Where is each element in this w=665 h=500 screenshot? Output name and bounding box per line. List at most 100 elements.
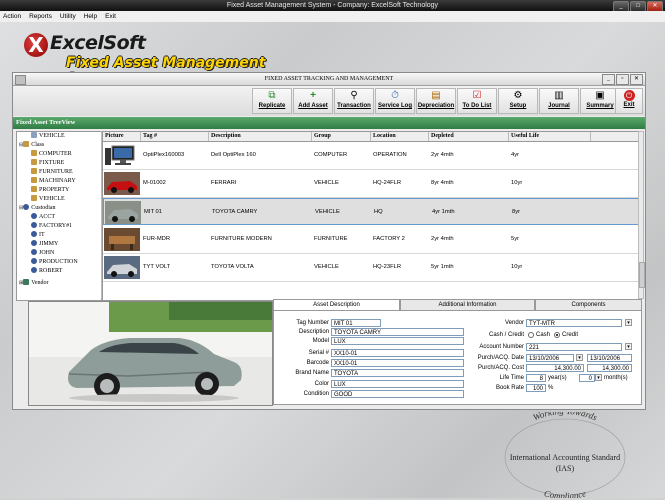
serial-field[interactable]: XX10-01	[331, 349, 464, 357]
folder-icon	[31, 186, 37, 192]
transaction-button[interactable]: ⚲ Transaction	[334, 88, 374, 114]
account-lookup-button[interactable]: ▾	[625, 343, 632, 350]
vendor-icon	[23, 279, 30, 285]
add-asset-button[interactable]: + Add Asset	[293, 88, 333, 114]
todo-list-icon: ☑	[472, 90, 482, 101]
model-field[interactable]: LUX	[331, 337, 464, 345]
col-tag[interactable]: Tag #	[141, 132, 209, 141]
window-minimize-button[interactable]: _	[602, 74, 615, 85]
vendor-lookup-button[interactable]: ▾	[625, 319, 632, 326]
condition-field[interactable]: GOOD	[331, 390, 464, 398]
folder-icon	[31, 150, 37, 156]
months-field[interactable]: 0	[579, 374, 595, 382]
book-rate-field[interactable]: 100	[526, 384, 546, 392]
purchase-date-field[interactable]: 13/10/2006	[526, 354, 574, 362]
replicate-button[interactable]: ⧉ Replicate	[252, 88, 292, 114]
months-spinner-button[interactable]: ▾	[595, 374, 602, 381]
person-icon	[31, 249, 37, 255]
tree-item[interactable]: JOHN	[31, 249, 54, 258]
color-field[interactable]: LUX	[331, 380, 464, 388]
setup-button[interactable]: ⚙ Setup	[498, 88, 538, 114]
tag-number-field[interactable]: MIT 01	[331, 319, 381, 327]
tab-additional-information[interactable]: Additional Information	[400, 299, 535, 310]
window-restore-button[interactable]: ▫	[616, 74, 629, 85]
col-useful-life[interactable]: Useful Life	[509, 132, 591, 141]
person-icon	[23, 204, 30, 210]
menu-utility[interactable]: Utility	[60, 11, 76, 22]
asset-treeview[interactable]: VEHICLE ⊟ Class COMPUTER FIXTURE FURNITUR…	[16, 131, 102, 301]
tree-item[interactable]: ⊟ Class	[19, 141, 44, 150]
depreciation-button[interactable]: ▤ Depreciation	[416, 88, 456, 114]
tree-item[interactable]: PRODUCTION	[31, 258, 78, 267]
years-field[interactable]: 8	[526, 374, 546, 382]
condition-label: Condition	[303, 391, 329, 397]
acq-cost-field[interactable]: 14,300.00	[587, 364, 632, 372]
cash-radio[interactable]	[528, 332, 534, 338]
tree-item[interactable]: MACHINARY	[31, 177, 76, 186]
table-row[interactable]: M-01002 FERRARI VEHICLE HQ-24FLR 8yr 4mt…	[103, 170, 641, 198]
tab-components[interactable]: Components	[535, 299, 642, 310]
person-icon	[31, 213, 37, 219]
barcode-field[interactable]: XX10-01	[331, 359, 464, 367]
tree-item[interactable]: IT	[31, 231, 45, 240]
tree-item[interactable]: VEHICLE	[31, 195, 65, 204]
purchase-cost-field[interactable]: 14,300.00	[526, 364, 584, 372]
tree-item[interactable]: COMPUTER	[31, 150, 72, 159]
asset-picture	[104, 172, 140, 195]
tree-item[interactable]: JIMMY	[31, 240, 58, 249]
serial-label: Serial #	[308, 350, 329, 356]
credit-radio[interactable]	[554, 332, 560, 338]
grid-scrollbar[interactable]	[638, 131, 645, 299]
summary-icon: ▣	[595, 90, 605, 101]
table-row-selected[interactable]: MIT 01 TOYOTA CAMRY VEHICLE HQ 4yr 1mth …	[103, 198, 641, 225]
vendor-field[interactable]: TYT-MTR	[526, 319, 622, 327]
vendor-label: Vendor	[504, 320, 524, 326]
tree-item[interactable]: ROBERT	[31, 267, 62, 276]
acq-date-field[interactable]: 13/10/2006	[587, 354, 632, 362]
col-depleted[interactable]: Depleted	[429, 132, 509, 141]
asset-grid[interactable]: Picture Tag # Description Group Location…	[102, 131, 642, 301]
replicate-icon: ⧉	[268, 90, 276, 101]
tree-item[interactable]: ⊞ Vendor	[19, 279, 49, 288]
tree-item[interactable]: FACTORY#1	[31, 222, 72, 231]
tree-item[interactable]: FIXTURE	[31, 159, 64, 168]
tree-item[interactable]: ACCT	[31, 213, 55, 222]
todo-list-button[interactable]: ☑ To Do List	[457, 88, 497, 114]
table-row[interactable]: FUR-MDR FURNITURE MODERN FURNITURE FACTO…	[103, 226, 641, 254]
seal-abbr-text: (IAS)	[556, 464, 575, 473]
exit-button[interactable]: ⏻ Exit	[615, 88, 643, 114]
tab-asset-description[interactable]: Asset Description	[273, 299, 400, 310]
months-label: month(s)	[604, 375, 628, 381]
grid-scroll-thumb[interactable]	[639, 262, 645, 288]
tree-item[interactable]: FURNITURE	[31, 168, 73, 177]
col-location[interactable]: Location	[371, 132, 429, 141]
col-picture[interactable]: Picture	[103, 132, 141, 141]
percent-label: %	[548, 385, 554, 391]
tree-item[interactable]: ⊟ Custodian	[19, 204, 56, 213]
folder-icon	[31, 159, 37, 165]
menu-reports[interactable]: Reports	[29, 11, 52, 22]
service-log-button[interactable]: ⏱ Service Log	[375, 88, 415, 114]
description-field[interactable]: TOYOTA CAMRY	[331, 328, 464, 336]
person-icon	[31, 222, 37, 228]
window-close-button[interactable]: ✕	[630, 74, 643, 85]
col-group[interactable]: Group	[312, 132, 371, 141]
folder-icon	[31, 168, 37, 174]
table-row[interactable]: OptiPlex160003 Dell OptiPlex 160 COMPUTE…	[103, 142, 641, 170]
purchase-cost-label: Purch/ACQ. Cost	[477, 365, 524, 371]
journal-button[interactable]: ▥ Journal	[539, 88, 579, 114]
menu-action[interactable]: Action	[3, 11, 21, 22]
table-row[interactable]	[103, 282, 641, 300]
account-field[interactable]: 221	[526, 343, 622, 351]
summary-button[interactable]: ▣ Summary	[580, 88, 620, 114]
col-description[interactable]: Description	[209, 132, 312, 141]
tree-item[interactable]: PROPERTY	[31, 186, 69, 195]
folder-icon	[31, 195, 37, 201]
date-picker-button[interactable]: ▾	[576, 354, 583, 361]
table-row[interactable]: TYT VOLT TOYOTA VOLTA VEHICLE HQ-23FLR 5…	[103, 254, 641, 282]
brand-field[interactable]: TOYOTA	[331, 369, 464, 377]
toolbar: ⧉ Replicate + Add Asset ⚲ Transaction ⏱ …	[13, 86, 645, 116]
menu-exit[interactable]: Exit	[105, 11, 116, 22]
tree-item[interactable]: VEHICLE	[31, 132, 65, 141]
menu-help[interactable]: Help	[84, 11, 97, 22]
